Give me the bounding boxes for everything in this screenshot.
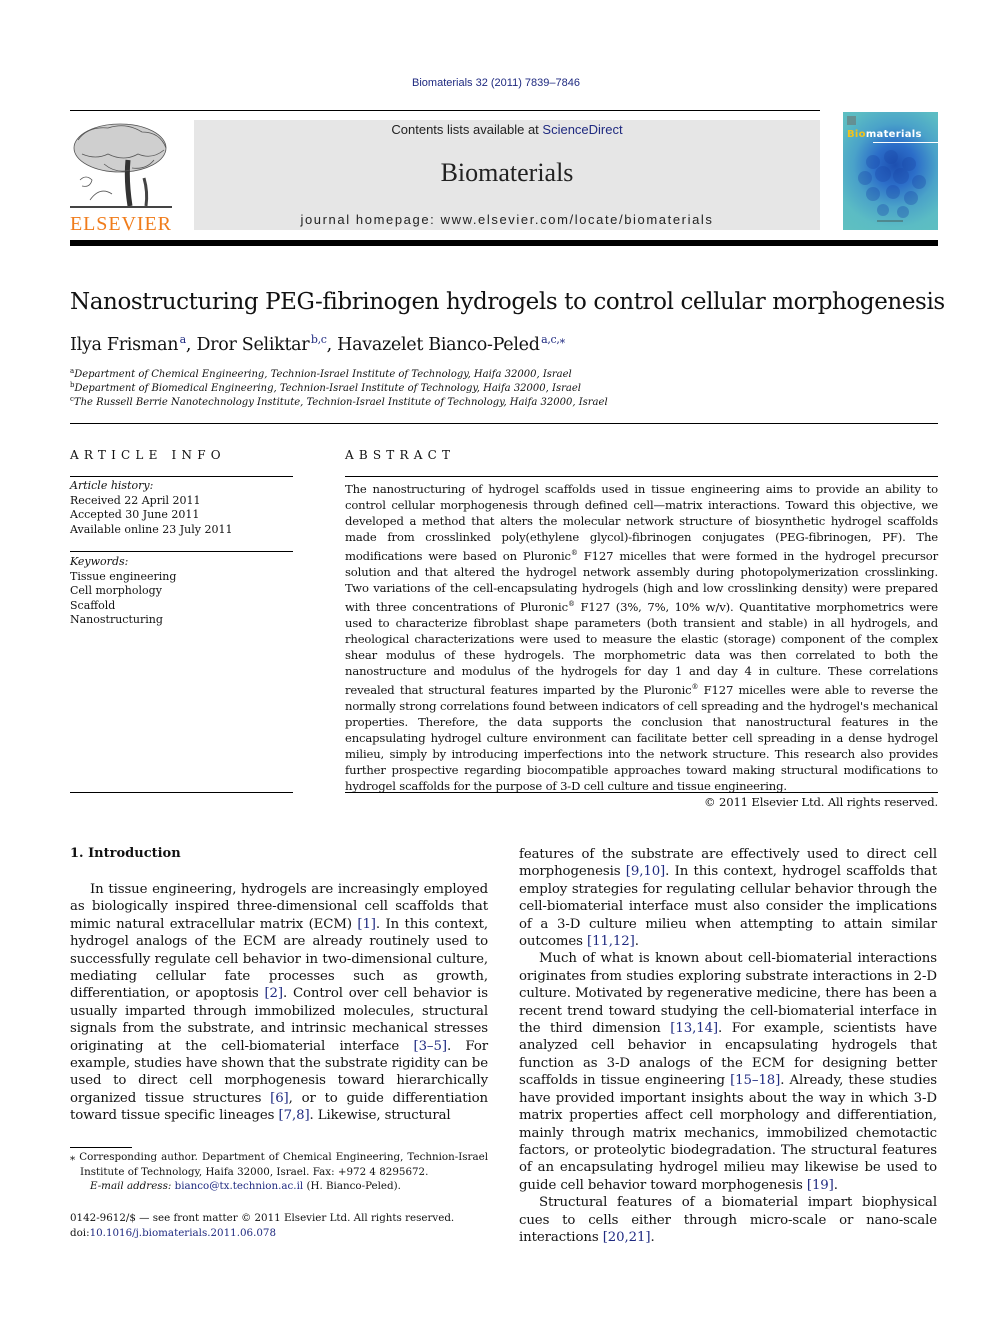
abstract-heading: ABSTRACT: [345, 448, 456, 462]
citation-link[interactable]: [3–5]: [413, 1039, 447, 1054]
author-list: Ilya Frisman a, Dror Seliktar b,c, Havaz…: [70, 333, 565, 355]
header-rule: [70, 110, 820, 111]
journal-banner: Contents lists available at ScienceDirec…: [194, 120, 820, 230]
left-column: In tissue engineering, hydrogels are inc…: [70, 881, 488, 1125]
keywords: Keywords: Tissue engineering Cell morpho…: [70, 555, 176, 628]
abstract-body: The nanostructuring of hydrogel scaffold…: [345, 481, 938, 810]
affiliation: aDepartment of Chemical Engineering, Tec…: [70, 367, 572, 380]
text-run: . Likewise, structural: [309, 1108, 451, 1124]
corresponding-author-footnote: ⁎ Corresponding author. Department of Ch…: [70, 1150, 488, 1194]
footnote-rule: [70, 1147, 132, 1148]
affiliation-text: Department of Biomedical Engineering, Te…: [74, 383, 581, 394]
right-column: features of the substrate are effectivel…: [519, 846, 937, 1246]
doi-label: doi:: [70, 1226, 90, 1239]
citation-link[interactable]: [2]: [264, 986, 283, 1001]
elsevier-tree-icon: ELSEVIER: [70, 120, 172, 235]
front-matter-text: 0142-9612/$ — see front matter © 2011 El…: [70, 1212, 455, 1224]
affiliation: cThe Russell Berrie Nanotechnology Insti…: [70, 395, 608, 408]
text-run: . Already, these studies have provided i…: [519, 1073, 937, 1193]
author-name: Dror Seliktar: [196, 335, 310, 355]
intro-paragraph: Structural features of a biomaterial imp…: [519, 1194, 937, 1246]
keywords-label: Keywords:: [70, 555, 129, 568]
intro-paragraph: In tissue engineering, hydrogels are inc…: [70, 881, 488, 1125]
contents-line: Contents lists available at ScienceDirec…: [194, 122, 820, 137]
citation-link[interactable]: [11,12]: [587, 934, 635, 949]
elsevier-wordmark: ELSEVIER: [70, 213, 172, 232]
text-run: .: [833, 1177, 838, 1193]
text-run: .: [634, 934, 639, 950]
accepted-date: Accepted 30 June 2011: [70, 508, 200, 521]
citation-link[interactable]: [6]: [270, 1091, 289, 1106]
affiliation: bDepartment of Biomedical Engineering, T…: [70, 381, 581, 394]
cover-title-bold: Bio: [847, 129, 866, 140]
citation-link[interactable]: [1]: [357, 917, 376, 932]
article-info-bottom-rule: [70, 792, 293, 793]
affiliation-text: The Russell Berrie Nanotechnology Instit…: [73, 397, 608, 408]
citation-link[interactable]: [19]: [807, 1178, 834, 1193]
author-name: Havazelet Bianco-Peled: [337, 335, 540, 355]
citation-link[interactable]: [7,8]: [279, 1108, 310, 1123]
corresponding-note: ⁎ Corresponding author. Department of Ch…: [70, 1150, 488, 1179]
author-name: Ilya Frisman: [70, 335, 179, 355]
keywords-rule: [70, 551, 293, 552]
author-affiliation-link[interactable]: a,c,⁎: [541, 333, 565, 346]
history-label: Article history:: [70, 479, 154, 492]
abstract-copyright: © 2011 Elsevier Ltd. All rights reserved…: [704, 794, 938, 809]
author-affiliation-link[interactable]: a: [180, 333, 187, 346]
journal-cover[interactable]: Biomaterials: [843, 112, 938, 230]
header-thick-rule: [70, 240, 938, 246]
email-suffix: (H. Bianco-Peled).: [303, 1180, 401, 1192]
affiliation-text: Department of Chemical Engineering, Tech…: [74, 369, 572, 380]
email-label: E-mail address:: [90, 1180, 175, 1192]
keyword: Cell morphology: [70, 584, 162, 597]
email-line: E-mail address: bianco@tx.technion.ac.il…: [70, 1179, 488, 1194]
registered-mark: ®: [570, 549, 578, 557]
doi-link[interactable]: 10.1016/j.biomaterials.2011.06.078: [90, 1227, 276, 1239]
online-date: Available online 23 July 2011: [70, 522, 233, 536]
keyword: Nanostructuring: [70, 613, 163, 626]
journal-homepage: journal homepage: www.elsevier.com/locat…: [194, 212, 820, 227]
sciencedirect-link[interactable]: ScienceDirect: [542, 122, 622, 137]
doi-line: doi:10.1016/j.biomaterials.2011.06.078: [70, 1226, 454, 1241]
citation-link[interactable]: [15–18]: [730, 1073, 780, 1088]
elsevier-logo[interactable]: ELSEVIER: [70, 120, 172, 235]
cover-title: Biomaterials: [847, 129, 922, 140]
cover-title-rest: materials: [865, 129, 922, 140]
article-title: Nanostructuring PEG-fibrinogen hydrogels…: [70, 289, 945, 315]
front-matter: 0142-9612/$ — see front matter © 2011 El…: [70, 1211, 454, 1240]
homepage-url[interactable]: www.elsevier.com/locate/biomaterials: [441, 212, 714, 227]
corresponding-text: Corresponding author. Department of Chem…: [75, 1151, 488, 1178]
email-link[interactable]: bianco@tx.technion.ac.il: [175, 1180, 304, 1192]
abstract-rule: [345, 476, 938, 477]
cover-line: [873, 142, 938, 143]
journal-title: Biomaterials: [440, 158, 574, 187]
journal-citation[interactable]: Biomaterials 32 (2011) 7839–7846: [0, 77, 992, 89]
citation-link[interactable]: [20,21]: [603, 1230, 651, 1245]
text-run: Structural features of a biomaterial imp…: [519, 1195, 937, 1245]
keyword: Tissue engineering: [70, 569, 177, 583]
contents-prefix: Contents lists available at: [391, 122, 543, 137]
article-history: Article history: Received 22 April 2011 …: [70, 479, 232, 537]
intro-paragraph: features of the substrate are effectivel…: [519, 846, 937, 950]
registered-mark: ®: [567, 599, 575, 608]
homepage-label: journal homepage:: [300, 212, 441, 227]
section-divider: [70, 423, 938, 424]
text-run: .: [650, 1229, 655, 1245]
received-date: Received 22 April 2011: [70, 493, 201, 507]
intro-paragraph: Much of what is known about cell-biomate…: [519, 950, 937, 1194]
section-heading-introduction: 1. Introduction: [70, 846, 181, 861]
abstract-bottom-rule: [345, 792, 938, 793]
abstract-text: F127 micelles were able to reverse the n…: [345, 682, 938, 793]
citation-link[interactable]: [13,14]: [670, 1021, 718, 1036]
citation-link[interactable]: [9,10]: [626, 864, 665, 879]
article-info-rule: [70, 476, 293, 477]
author-affiliation-link[interactable]: b,c: [311, 333, 327, 346]
article-info-heading: ARTICLE INFO: [70, 448, 226, 462]
keyword: Scaffold: [70, 598, 116, 612]
